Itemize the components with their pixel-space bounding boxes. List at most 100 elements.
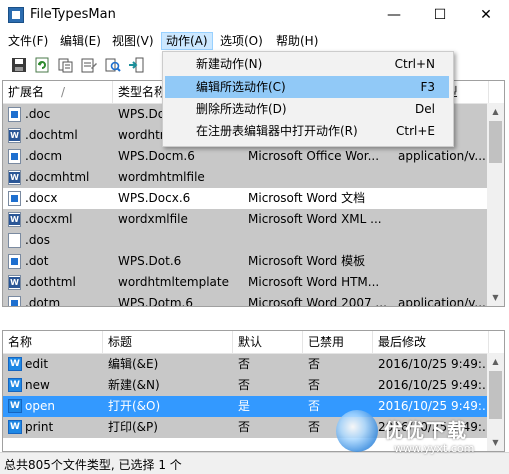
scroll-down-arrow[interactable]: ▼ [487,289,504,306]
exit-icon[interactable] [127,56,145,74]
cell-type: WPS.Docm.6 [118,149,195,163]
file-type-row[interactable]: .docx WPS.Docx.6 Microsoft Word 文档 [3,188,489,209]
cell-ext: .docmhtml [25,170,90,184]
cell-default: 是 [238,399,251,413]
file-type-row[interactable]: .docxml wordxmlfile Microsoft Word XML ... [3,209,489,230]
cell-mime [398,272,489,293]
cell-name: open [25,399,55,413]
cell-mime: application/v... [398,296,486,307]
maximize-button[interactable]: ☐ [417,0,463,30]
word-document-icon [8,128,21,143]
menu-edit[interactable]: 编辑(E) [56,32,105,50]
cell-mime [398,230,489,251]
file-types-scrollbar[interactable]: ▲ ▼ [487,103,504,306]
cell-type [118,230,243,251]
cell-default: 否 [238,378,251,392]
menu-file[interactable]: 文件(F) [4,32,52,50]
menu-view[interactable]: 视图(V) [108,32,158,50]
scroll-thumb[interactable] [489,121,502,163]
cell-desc: Microsoft Word XML ... [248,212,382,226]
file-type-row[interactable]: .dothtml wordhtmltemplate Microsoft Word H… [3,272,489,293]
cell-type: WPS.Dot.6 [118,254,182,268]
file-type-row[interactable]: .dotm WPS.Dotm.6 Microsoft Word 2007 ... ap… [3,293,489,307]
action-row[interactable]: edit 编辑(&E) 否 否 2016/10/25 9:49:... [3,354,489,375]
col-header-name[interactable]: 名称 [3,331,103,353]
action-row[interactable]: new 新建(&N) 否 否 2016/10/25 9:49:... [3,375,489,396]
properties-icon[interactable] [80,56,98,74]
menu-item-open-in-regedit[interactable]: 在注册表编辑器中打开动作(R) Ctrl+E [165,120,449,142]
cell-desc [248,167,393,188]
watermark-logo-icon [336,410,378,452]
cell-default: 否 [238,420,251,434]
scroll-up-arrow[interactable]: ▲ [487,103,504,120]
wps-document-icon [8,107,21,122]
scroll-up-arrow[interactable]: ▲ [487,353,504,370]
actions-header: 名称 标题 默认 已禁用 最后修改 [3,331,504,354]
watermark: 优优下载 www.yyxt.com [334,410,504,466]
cell-disabled: 否 [308,378,321,392]
cell-desc: Microsoft Word 文档 [248,191,366,205]
col-header-default[interactable]: 默认 [233,331,303,353]
save-icon[interactable] [10,56,28,74]
cell-modified: 2016/10/25 9:49:... [378,357,489,371]
menu-item-edit-selected-action[interactable]: 编辑所选动作(C) F3 [165,76,449,98]
title-bar: FileTypesMan — ☐ ✕ [0,0,509,30]
cell-mime [398,167,489,188]
blank-file-icon [8,233,21,248]
cell-desc: Microsoft Office Wor... [248,149,380,163]
menu-options[interactable]: 选项(O) [216,32,267,50]
cell-name: new [25,378,50,392]
cell-mime: application/v... [398,149,486,163]
cell-mime [398,188,489,209]
cell-disabled: 否 [308,357,321,371]
file-type-row[interactable]: .docm WPS.Docm.6 Microsoft Office Wor... ap… [3,146,489,167]
cell-title: 新建(&N) [108,378,160,392]
col-header-disabled[interactable]: 已禁用 [303,331,373,353]
action-icon [8,420,22,434]
cell-desc: Microsoft Word 2007 ... [248,296,387,307]
cell-modified: 2016/10/25 9:49:... [378,378,489,392]
refresh-icon[interactable] [33,56,51,74]
status-text: 总共805个文件类型, 已选择 1 个 [4,458,182,472]
action-icon [8,357,22,371]
cell-type: wordxmlfile [118,212,188,226]
menu-item-label: 新建动作(N) [196,57,263,71]
file-type-row[interactable]: .docmhtml wordmhtmlfile [3,167,489,188]
col-header-title[interactable]: 标题 [103,331,233,353]
cell-name: print [25,420,54,434]
watermark-text: 优优下载 [384,420,469,442]
cell-type: wordhtmltemplate [118,275,229,289]
close-button[interactable]: ✕ [463,0,509,30]
cell-mime [398,209,489,230]
menu-item-delete-selected-action[interactable]: 删除所选动作(D) Del [165,98,449,120]
menu-item-label: 在注册表编辑器中打开动作(R) [196,124,358,138]
sort-indicator: / [61,85,66,99]
col-header-extension[interactable]: 扩展名 / [3,81,113,103]
copy-icon[interactable] [57,56,75,74]
cell-default: 否 [238,357,251,371]
cell-mime [398,251,489,272]
minimize-button[interactable]: — [371,0,417,30]
cell-title: 打印(&P) [108,420,158,434]
cell-title: 打开(&O) [108,399,161,413]
col-header-last-modified[interactable]: 最后修改 [373,331,489,353]
cell-name: edit [25,357,49,371]
menu-item-new-action[interactable]: 新建动作(N) Ctrl+N [165,53,449,75]
menu-help[interactable]: 帮助(H) [272,32,322,50]
cell-desc: Microsoft Word HTM... [248,275,380,289]
menu-item-label: 编辑所选动作(C) [196,80,286,94]
word-document-icon [8,212,21,227]
app-icon [8,7,24,23]
file-type-row[interactable]: .dos [3,230,489,251]
wps-document-icon [8,191,21,206]
file-type-row[interactable]: .dot WPS.Dot.6 Microsoft Word 模板 [3,251,489,272]
menu-action[interactable]: 动作(A) [161,32,213,50]
find-icon[interactable] [104,56,122,74]
action-icon [8,378,22,392]
menu-bar: 文件(F) 编辑(E) 视图(V) 动作(A) 选项(O) 帮助(H) [0,30,509,52]
action-icon [8,399,22,413]
wps-document-icon [8,149,21,164]
cell-ext: .dochtml [25,128,78,142]
cell-desc [248,230,393,251]
cell-ext: .dos [25,233,51,247]
